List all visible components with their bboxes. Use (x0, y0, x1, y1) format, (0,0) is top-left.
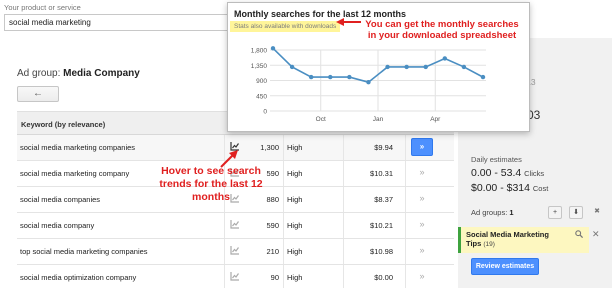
ad-group-card-title2: Tips (466, 239, 482, 248)
add-keyword-button[interactable]: » (411, 164, 433, 182)
add-ad-group-button[interactable]: + (548, 206, 562, 219)
review-estimates-button[interactable]: Review estimates (471, 258, 539, 275)
hover-annotation-line1: Hover to see search (161, 165, 261, 177)
hover-annotation-line2: trends for the last 12 (159, 178, 263, 190)
data-point (328, 74, 333, 80)
y-tick-label: 1,350 (251, 63, 268, 70)
table-row: social media company 590 High $10.21 » (17, 213, 454, 239)
x-tick-label: Apr (430, 116, 441, 123)
daily-estimates-title: Daily estimates (471, 155, 522, 164)
keyword-cell: social media optimization company (20, 273, 137, 282)
competition-cell: High (287, 221, 303, 230)
ad-group-card-title: Social Media Marketing (466, 230, 549, 239)
search-icon[interactable] (575, 230, 583, 238)
add-keyword-button[interactable]: » (411, 216, 433, 234)
suggested-bid-cell: $9.94 (374, 143, 393, 152)
clicks-unit: Clicks (524, 169, 545, 178)
cost-value: $0.00 - $314 (471, 182, 530, 194)
competition-cell: High (287, 143, 303, 152)
hover-annotation-line3: months (192, 191, 230, 203)
ad-group-card-count: (19) (483, 241, 495, 248)
table-row: social media optimization company 90 High $… (17, 265, 454, 288)
close-icon[interactable]: ✕ (592, 229, 600, 240)
data-point (347, 74, 352, 80)
daily-cost-estimate: $0.00 - $314 Cost (471, 182, 548, 194)
data-point (423, 64, 428, 70)
delete-icon[interactable]: ✖ (590, 206, 604, 219)
ad-groups-number: 1 (509, 208, 514, 217)
suggested-bid-cell: $10.21 (370, 221, 393, 230)
suggested-bid-cell: $8.37 (374, 195, 393, 204)
y-tick-label: 450 (256, 93, 267, 100)
data-point (289, 64, 295, 70)
table-row: top social media marketing companies 210 H… (17, 239, 454, 265)
clicks-value: 0.00 - 53.4 (471, 167, 522, 179)
competition-cell: High (287, 273, 303, 282)
competition-cell: High (287, 195, 303, 204)
suggested-bid-cell: $10.31 (370, 169, 393, 178)
add-keyword-button[interactable]: » (411, 190, 433, 208)
data-point (480, 74, 486, 80)
y-tick-label: 1,800 (251, 48, 268, 55)
avg-monthly-searches-cell: 210 (266, 247, 279, 256)
data-point (270, 46, 276, 51)
keyword-cell: social media companies (20, 195, 101, 204)
keyword-column-header[interactable]: Keyword (by relevance) (21, 120, 105, 129)
add-keyword-button[interactable]: » (411, 242, 433, 260)
data-point (404, 64, 409, 70)
ad-groups-label: Ad groups: (471, 208, 508, 217)
suggested-bid-cell: $0.00 (374, 273, 393, 282)
back-button[interactable]: ← (17, 86, 59, 102)
suggested-bid-cell: $10.98 (370, 247, 393, 256)
daily-clicks-estimate: 0.00 - 53.4 Clicks (471, 167, 544, 179)
trend-chart-icon[interactable] (230, 245, 240, 255)
trend-chart-icon[interactable] (230, 271, 240, 281)
downloads-annotation-line1: You can get the monthly searches (365, 19, 519, 30)
ad-group-heading: Ad group: Media Company (17, 68, 140, 79)
ad-group-prefix: Ad group: (17, 68, 61, 79)
hover-arrow-icon (220, 150, 238, 168)
search-label: Your product or service (4, 3, 81, 12)
ad-group-name: Media Company (63, 68, 140, 79)
competition-cell: High (287, 169, 303, 178)
avg-monthly-searches-cell: 90 (270, 273, 279, 282)
cost-unit: Cost (532, 184, 549, 193)
keyword-cell: social media company (20, 221, 95, 230)
data-point (385, 64, 390, 70)
ad-group-card[interactable]: Social Media Marketing Tips (19) (458, 227, 589, 253)
data-point (366, 79, 371, 85)
keyword-cell: social media marketing company (20, 169, 130, 178)
x-tick-label: Jan (373, 116, 384, 123)
data-point (308, 74, 314, 80)
avg-monthly-searches-cell: 1,300 (260, 143, 279, 152)
downloads-annotation-line2: in your downloaded spreadsheet (367, 30, 517, 41)
avg-monthly-searches-cell: 590 (266, 221, 279, 230)
competition-cell: High (287, 247, 303, 256)
data-point (461, 64, 467, 70)
hover-annotation: Hover to see search trends for the last … (136, 165, 286, 204)
add-keyword-button[interactable]: » (411, 268, 433, 286)
ad-groups-count: Ad groups: 1 (471, 208, 514, 217)
keyword-cell: social media marketing companies (20, 143, 136, 152)
add-keyword-button[interactable]: » (411, 138, 433, 156)
y-tick-label: 900 (256, 78, 267, 85)
data-point (442, 56, 448, 61)
keyword-cell: top social media marketing companies (20, 247, 148, 256)
annotation-arrow-icon (336, 18, 361, 26)
ad-group-card-name: Social Media Marketing Tips (19) (466, 230, 584, 249)
download-button[interactable]: ⬇ (569, 206, 583, 219)
x-tick-label: Oct (316, 116, 326, 123)
trend-chart-icon[interactable] (230, 219, 240, 229)
y-tick-label: 0 (263, 109, 267, 116)
downloads-annotation: You can get the monthly searches in your… (358, 19, 526, 41)
